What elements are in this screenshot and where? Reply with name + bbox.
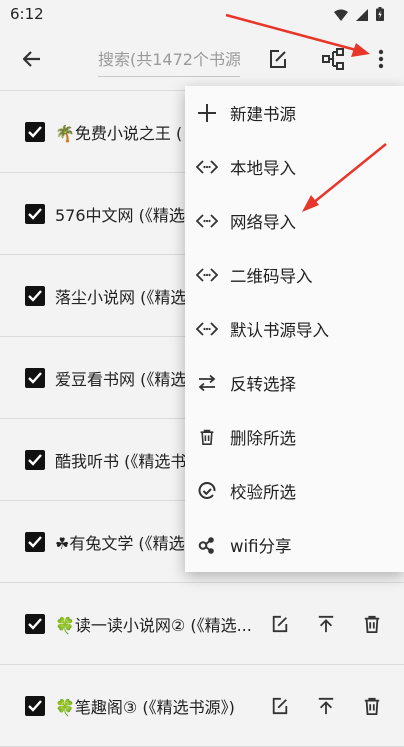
- row-actions: [268, 612, 384, 636]
- menu-item-label: 反转选择: [230, 375, 296, 394]
- check-icon: [28, 699, 42, 712]
- menu-item-delete-selected[interactable]: 删除所选: [185, 410, 404, 464]
- arrow-back-icon: [22, 51, 40, 67]
- battery-icon: [376, 6, 384, 25]
- source-name: 🌴免费小说之王 (: [55, 123, 183, 143]
- check-icon: [28, 371, 42, 384]
- code-icon: [195, 209, 219, 233]
- delete-source-button[interactable]: [360, 694, 384, 718]
- source-name: 🍀笔趣阁③ (《精选书源》): [55, 697, 235, 717]
- menu-item-label: 新建书源: [230, 105, 296, 124]
- group-icon: [322, 48, 344, 70]
- menu-item-verify-selected[interactable]: 校验所选: [185, 464, 404, 518]
- more-vert-icon: [378, 49, 384, 69]
- check-circle-icon: [195, 479, 219, 503]
- trash-icon: [364, 615, 380, 633]
- edit-icon: [270, 50, 286, 68]
- menu-item-new-source[interactable]: 新建书源: [185, 86, 404, 140]
- menu-item-label: 二维码导入: [230, 267, 313, 286]
- overflow-menu: 新建书源 本地导入 网络导入 二维码导入 默认书源导入 反转选择 删除所选 校验…: [185, 86, 404, 572]
- menu-item-network-import[interactable]: 网络导入: [185, 194, 404, 248]
- wifi-icon: [334, 6, 348, 25]
- source-name: 落尘小说网 (《精选: [55, 287, 187, 307]
- source-name: 爱豆看书网 (《精选: [55, 369, 187, 389]
- check-icon: [28, 125, 42, 138]
- share-icon: [195, 533, 219, 557]
- toolbar: [0, 28, 404, 91]
- code-icon: [195, 155, 219, 179]
- menu-item-label: 网络导入: [230, 213, 296, 232]
- source-checkbox[interactable]: [25, 121, 45, 142]
- check-icon: [28, 617, 42, 630]
- edit-icon: [272, 697, 288, 714]
- row-actions: [268, 694, 384, 718]
- menu-item-label: 本地导入: [230, 159, 296, 178]
- source-row[interactable]: 🍀读一读小说网② (《精选...: [0, 583, 404, 665]
- back-button[interactable]: [16, 43, 48, 75]
- source-name: 🍀读一读小说网② (《精选...: [55, 615, 252, 635]
- source-name: ☘有兔文学 (《精选: [55, 533, 185, 553]
- source-checkbox[interactable]: [25, 613, 45, 634]
- source-checkbox[interactable]: [25, 367, 45, 388]
- group-button[interactable]: [317, 43, 349, 75]
- delete-source-button[interactable]: [360, 612, 384, 636]
- source-checkbox[interactable]: [25, 203, 45, 224]
- source-checkbox[interactable]: [25, 695, 45, 716]
- edit-source-button[interactable]: [268, 694, 292, 718]
- code-icon: [195, 317, 219, 341]
- check-icon: [28, 453, 42, 466]
- move-top-button[interactable]: [314, 694, 338, 718]
- status-time: 6:12: [10, 5, 44, 23]
- trash-icon: [195, 425, 219, 449]
- check-icon: [28, 535, 42, 548]
- menu-item-label: 删除所选: [230, 429, 296, 448]
- trash-icon: [364, 697, 380, 715]
- move-top-icon: [318, 615, 334, 632]
- source-row[interactable]: 🍀笔趣阁③ (《精选书源》): [0, 665, 404, 747]
- signal-icon: [356, 6, 368, 25]
- menu-item-label: 默认书源导入: [230, 321, 329, 340]
- move-top-button[interactable]: [314, 612, 338, 636]
- edit-icon: [272, 615, 288, 632]
- menu-item-label: wifi分享: [230, 537, 292, 556]
- move-top-icon: [318, 697, 334, 714]
- edit-button[interactable]: [262, 43, 294, 75]
- status-icons: [334, 6, 384, 25]
- check-icon: [28, 289, 42, 302]
- more-button[interactable]: [365, 43, 397, 75]
- check-icon: [28, 207, 42, 220]
- menu-item-default-import[interactable]: 默认书源导入: [185, 302, 404, 356]
- menu-item-wifi-share[interactable]: wifi分享: [185, 518, 404, 572]
- menu-item-qrcode-import[interactable]: 二维码导入: [185, 248, 404, 302]
- status-bar: 6:12: [0, 0, 404, 28]
- swap-icon: [195, 371, 219, 395]
- source-name: 酷我听书 (《精选书: [55, 451, 187, 471]
- menu-item-invert-selection[interactable]: 反转选择: [185, 356, 404, 410]
- source-checkbox[interactable]: [25, 531, 45, 552]
- edit-source-button[interactable]: [268, 612, 292, 636]
- source-checkbox[interactable]: [25, 449, 45, 470]
- menu-item-label: 校验所选: [230, 483, 296, 502]
- plus-icon: [195, 101, 219, 125]
- menu-item-local-import[interactable]: 本地导入: [185, 140, 404, 194]
- source-name: 576中文网 (《精选: [55, 205, 185, 225]
- source-checkbox[interactable]: [25, 285, 45, 306]
- search-input[interactable]: [98, 44, 240, 77]
- code-icon: [195, 263, 219, 287]
